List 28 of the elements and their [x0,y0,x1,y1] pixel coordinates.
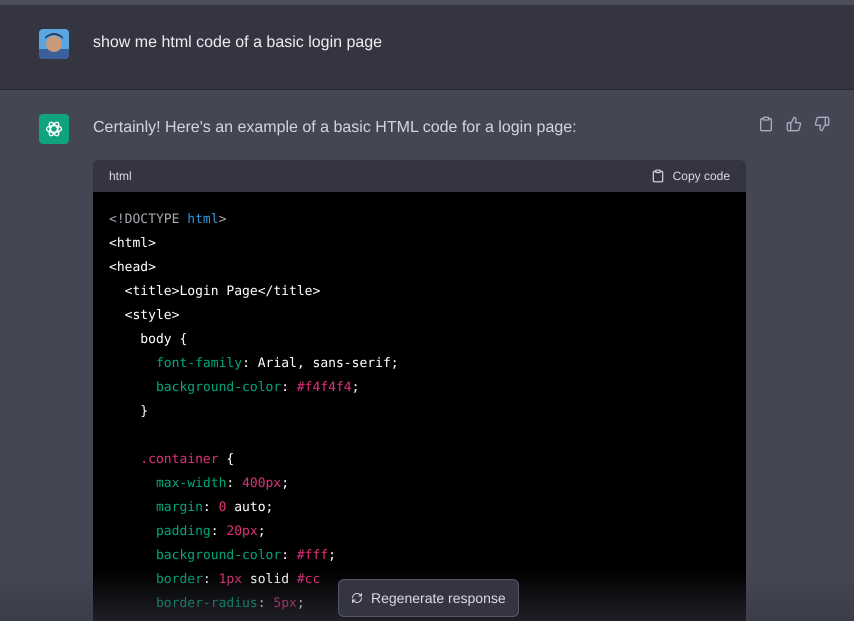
thumbs-down-icon[interactable] [814,116,830,132]
code-line: } [139,403,148,421]
code-line: <!DOCTYPE html> [109,211,226,229]
code-line: border: 1px solid #cc [154,571,320,589]
regenerate-response-button[interactable]: Regenerate response [338,579,519,617]
code-language: html [109,168,132,184]
copy-code-button[interactable]: Copy code [650,168,730,184]
code-line: border-radius: 5px; [154,595,305,613]
code-line: background-color: #fff; [154,547,336,565]
code-line: body { [139,331,188,349]
code-line: <title>Login Page</title> [124,283,320,301]
code-line: <html> [109,235,156,253]
thumbs-up-icon[interactable] [786,116,802,132]
copy-icon[interactable] [758,116,774,132]
code-line: max-width: 400px; [154,475,290,493]
user-avatar-icon [39,29,69,59]
assistant-logo-icon [39,114,69,144]
user-message: show me html code of a basic login page [93,33,382,53]
code-line: padding: 20px; [154,523,266,541]
code-line: .container { [139,451,234,469]
code-line: background-color: #f4f4f4; [154,379,360,397]
code-line: font-family: Arial, sans-serif; [154,355,399,373]
clipboard-icon [650,169,665,183]
code-line: margin: 0 auto; [154,499,274,517]
assistant-message: Certainly! Here's an example of a basic HTML code for a login page: [93,118,578,138]
refresh-icon [351,592,363,604]
code-line: <head> [109,259,156,277]
code-line: <style> [124,307,180,325]
